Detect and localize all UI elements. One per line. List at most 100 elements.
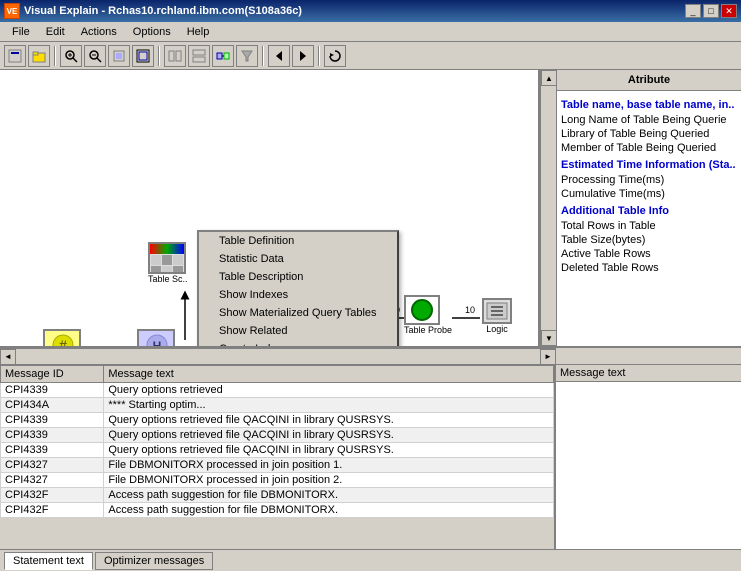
toolbar-layout1[interactable] <box>164 45 186 67</box>
attr-item-2-0: Processing Time(ms) <box>561 173 737 187</box>
message-table[interactable]: Message ID Message text CPI4339Query opt… <box>0 365 556 549</box>
logic-icon <box>482 298 512 324</box>
hash-pro-icon: H <box>136 328 179 346</box>
toolbar-zoom-out[interactable] <box>84 45 106 67</box>
message-text-cell: Query options retrieved file QACQINI in … <box>104 443 554 458</box>
toolbar-filter[interactable] <box>236 45 258 67</box>
diagram-area[interactable]: 10 10 <box>0 70 540 346</box>
toolbar-new[interactable] <box>4 45 26 67</box>
cell6 <box>173 266 183 275</box>
toolbar-layout2[interactable] <box>188 45 210 67</box>
temp-hash-icon: # <box>28 328 98 346</box>
table-row[interactable]: CPI4339Query options retrieved <box>1 383 554 398</box>
toolbar-separator-2 <box>158 46 160 66</box>
scroll-right-btn[interactable]: ► <box>540 349 556 365</box>
context-statistic-data[interactable]: Statistic Data <box>199 250 397 268</box>
cell5 <box>162 266 172 275</box>
title-bar-left: VE Visual Explain - Rchas10.rchland.ibm.… <box>4 3 302 19</box>
message-id-cell: CPI4327 <box>1 473 104 488</box>
scroll-track[interactable] <box>541 86 556 330</box>
menu-actions[interactable]: Actions <box>73 22 125 41</box>
col-message-id: Message ID <box>1 366 104 383</box>
message-id-cell: CPI4339 <box>1 443 104 458</box>
app-icon: VE <box>4 3 20 19</box>
toolbar-back[interactable] <box>268 45 290 67</box>
close-button[interactable]: ✕ <box>721 4 737 18</box>
menu-bar: File Edit Actions Options Help <box>0 22 741 42</box>
probe-circle <box>411 299 433 321</box>
table-row[interactable]: CPI4327File DBMONITORX processed in join… <box>1 458 554 473</box>
scroll-down-btn[interactable]: ▼ <box>541 330 556 346</box>
message-id-cell: CPI4339 <box>1 428 104 443</box>
scroll-left-btn[interactable]: ◄ <box>0 349 16 365</box>
title-bar: VE Visual Explain - Rchas10.rchland.ibm.… <box>0 0 741 22</box>
table-scan-icon <box>148 242 186 274</box>
attr-item-3-1: Table Size(bytes) <box>561 233 737 247</box>
table-scan-label: Table Sc.. <box>148 274 188 284</box>
message-text-cell: Query options retrieved <box>104 383 554 398</box>
table-row[interactable]: CPI4327File DBMONITORX processed in join… <box>1 473 554 488</box>
logic-node[interactable]: Logic <box>482 298 512 334</box>
minimize-button[interactable]: _ <box>685 4 701 18</box>
menu-help[interactable]: Help <box>179 22 218 41</box>
logic-label: Logic <box>482 324 512 334</box>
status-bar: Statement text Optimizer messages <box>0 549 741 571</box>
context-table-definition[interactable]: Table Definition <box>199 232 397 250</box>
table-row[interactable]: CPI434A**** Starting optim... <box>1 398 554 413</box>
main-area: 10 10 <box>0 70 741 549</box>
menu-options[interactable]: Options <box>125 22 179 41</box>
message-id-cell: CPI432F <box>1 503 104 518</box>
table-row[interactable]: CPI4339Query options retrieved file QACQ… <box>1 443 554 458</box>
menu-edit[interactable]: Edit <box>38 22 73 41</box>
table-row[interactable]: CPI4339Query options retrieved file QACQ… <box>1 428 554 443</box>
context-create-index[interactable]: Create Index <box>199 340 397 346</box>
scroll-up-btn[interactable]: ▲ <box>541 70 556 86</box>
message-id-cell: CPI434A <box>1 398 104 413</box>
menu-file[interactable]: File <box>4 22 38 41</box>
bottom-section: Message ID Message text CPI4339Query opt… <box>0 364 741 549</box>
table-scan-icon-top <box>150 244 184 254</box>
table-row[interactable]: CPI432FAccess path suggestion for file D… <box>1 503 554 518</box>
attr-item-3-0: Total Rows in Table <box>561 219 737 233</box>
table-row[interactable]: CPI432FAccess path suggestion for file D… <box>1 488 554 503</box>
svg-text:#: # <box>59 337 67 346</box>
attr-item-3-3: Deleted Table Rows <box>561 261 737 275</box>
toolbar-zoom-fit[interactable] <box>108 45 130 67</box>
message-id-cell: CPI4327 <box>1 458 104 473</box>
upper-section: 10 10 <box>0 70 741 348</box>
message-text-cell: File DBMONITORX processed in join positi… <box>104 458 554 473</box>
message-text-cell: Access path suggestion for file DBMONITO… <box>104 503 554 518</box>
attr-item-1-0: Long Name of Table Being Querie <box>561 113 737 127</box>
window-title: Visual Explain - Rchas10.rchland.ibm.com… <box>24 5 302 17</box>
table-scan-node[interactable]: Table Sc.. <box>148 242 188 284</box>
attr-item-1-1: Library of Table Being Queried <box>561 127 737 141</box>
context-table-description[interactable]: Table Description <box>199 268 397 286</box>
right-panel-header: Atribute <box>557 70 741 91</box>
toolbar <box>0 42 741 70</box>
h-scroll-track[interactable] <box>16 349 540 364</box>
message-text-header: Message text <box>556 365 741 382</box>
toolbar-open[interactable] <box>28 45 50 67</box>
table-scan-icon-bottom <box>150 254 184 274</box>
svg-text:10: 10 <box>465 305 475 315</box>
tab-optimizer-messages[interactable]: Optimizer messages <box>95 552 213 570</box>
table-probe-node[interactable]: Table Probe <box>404 295 452 335</box>
message-text-cell: File DBMONITORX processed in join positi… <box>104 473 554 488</box>
maximize-button[interactable]: □ <box>703 4 719 18</box>
temp-hash-node[interactable]: # Temporary Hash Table <box>28 328 98 346</box>
context-show-related[interactable]: Show Related <box>199 322 397 340</box>
tab-statement-text[interactable]: Statement text <box>4 552 93 570</box>
toolbar-forward[interactable] <box>292 45 314 67</box>
toolbar-connect[interactable] <box>212 45 234 67</box>
toolbar-fit-window[interactable] <box>132 45 154 67</box>
message-text-cell: Access path suggestion for file DBMONITO… <box>104 488 554 503</box>
table-row[interactable]: CPI4339Query options retrieved file QACQ… <box>1 413 554 428</box>
toolbar-refresh[interactable] <box>324 45 346 67</box>
attr-item-3-2: Active Table Rows <box>561 247 737 261</box>
hash-pro-node[interactable]: H Hash Pro.. <box>136 328 179 346</box>
attr-item-1-2: Member of Table Being Queried <box>561 141 737 155</box>
context-show-indexes[interactable]: Show Indexes <box>199 286 397 304</box>
toolbar-zoom-in[interactable] <box>60 45 82 67</box>
context-show-materialized[interactable]: Show Materialized Query Tables <box>199 304 397 322</box>
message-id-cell: CPI4339 <box>1 383 104 398</box>
